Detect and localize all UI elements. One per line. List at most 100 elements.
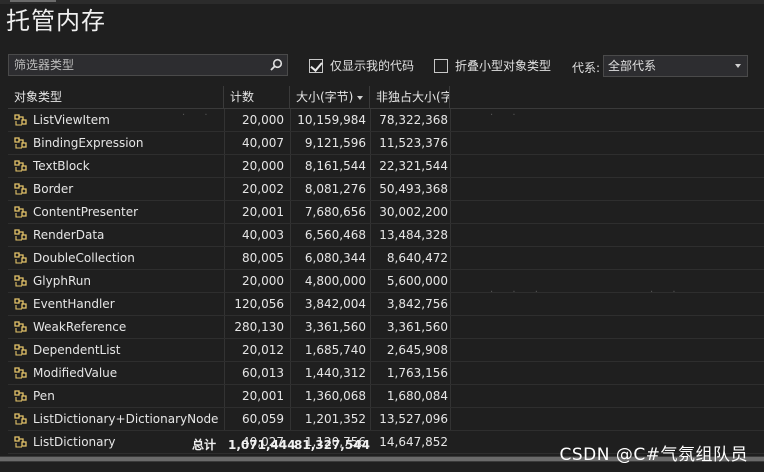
filter-type-input[interactable] <box>9 55 269 75</box>
size-cell: 8,161,544 <box>304 159 366 173</box>
inclusive-size-cell: 30,002,200 <box>379 205 448 219</box>
count-cell: 20,012 <box>242 343 284 357</box>
count-cell: 120,056 <box>234 297 284 311</box>
class-type-icon <box>12 135 30 151</box>
just-my-code-checkbox[interactable] <box>309 58 323 73</box>
total-row: 总计 1,071,444 81,327,544 <box>8 436 448 454</box>
table-row[interactable]: ListDictionary+DictionaryNode 60,059 1,201… <box>8 408 764 431</box>
object-type-cell: DependentList <box>12 339 226 361</box>
generation-label: 代系: <box>572 61 601 75</box>
column-header-inclusive-size[interactable]: 非独占大小(字 <box>370 86 450 108</box>
collapse-small-checkbox[interactable] <box>434 58 448 73</box>
table-row[interactable]: ListViewItem 20,000 10,159,984 78,322,368 <box>8 109 764 132</box>
inclusive-size-cell: 13,484,328 <box>379 228 448 242</box>
object-type-name: ListDictionary+DictionaryNode <box>33 412 219 426</box>
generation-value: 全部代系 <box>608 59 657 73</box>
just-my-code-label: 仅显示我的代码 <box>330 59 415 73</box>
column-header-count[interactable]: 计数 <box>224 86 290 108</box>
inclusive-size-cell: 3,842,756 <box>386 297 448 311</box>
table-row[interactable]: RenderData 40,003 6,560,468 13,484,328 <box>8 224 764 247</box>
generation-select[interactable]: 全部代系 <box>603 55 748 77</box>
column-header-size[interactable]: 大小(字节) <box>290 86 370 108</box>
object-type-cell: Border <box>12 178 226 200</box>
table-row[interactable]: ContentPresenter 20,001 7,680,656 30,002,20… <box>8 201 764 224</box>
faint-artifact: · · · <box>490 287 546 298</box>
count-cell: 20,002 <box>242 182 284 196</box>
inclusive-size-cell: 1,763,156 <box>386 366 448 380</box>
table-row[interactable]: DoubleCollection 80,005 6,080,344 8,640,472 <box>8 247 764 270</box>
just-my-code-option[interactable]: 仅显示我的代码 <box>309 57 414 74</box>
class-type-icon <box>12 365 30 381</box>
checkmark-icon <box>310 58 323 72</box>
inclusive-size-cell: 5,600,000 <box>386 274 448 288</box>
class-type-icon <box>12 158 30 174</box>
inclusive-size-cell: 50,493,368 <box>379 182 448 196</box>
object-type-cell: ListDictionary+DictionaryNode <box>12 408 226 430</box>
object-type-name: BindingExpression <box>33 136 144 150</box>
search-icon[interactable] <box>269 58 283 72</box>
table-row[interactable]: BindingExpression 40,007 9,121,596 11,523,3… <box>8 132 764 155</box>
faint-artifact: · · <box>490 110 524 121</box>
total-label: 总计 <box>192 438 217 452</box>
object-type-name: EventHandler <box>33 297 115 311</box>
column-header-type-label: 对象类型 <box>14 90 63 104</box>
table-row[interactable]: WeakReference 280,130 3,361,560 3,361,560 <box>8 316 764 339</box>
column-header-type[interactable]: 对象类型 <box>8 86 224 108</box>
count-cell: 60,013 <box>242 366 284 380</box>
class-type-icon <box>12 112 30 128</box>
object-type-cell: ModifiedValue <box>12 362 226 384</box>
sort-descending-icon <box>357 95 364 100</box>
count-cell: 20,001 <box>242 389 284 403</box>
inclusive-size-cell: 1,680,084 <box>386 389 448 403</box>
class-type-icon <box>12 388 30 404</box>
object-type-name: ContentPresenter <box>33 205 139 219</box>
object-type-cell: GlyphRun <box>12 270 226 292</box>
inclusive-size-cell: 13,527,096 <box>379 412 448 426</box>
size-cell: 7,680,656 <box>304 205 366 219</box>
table-header: 对象类型 计数 大小(字节) 非独占大小(字 <box>8 86 764 109</box>
chevron-down-icon <box>735 64 741 68</box>
count-cell: 40,007 <box>242 136 284 150</box>
size-cell: 1,360,068 <box>304 389 366 403</box>
faint-artifact: · · <box>182 110 216 121</box>
object-type-cell: ContentPresenter <box>12 201 226 223</box>
top-strip <box>0 0 764 4</box>
object-type-name: Border <box>33 182 74 196</box>
size-cell: 8,081,276 <box>304 182 366 196</box>
object-type-table: ListViewItem 20,000 10,159,984 78,322,368 Bi… <box>8 109 764 454</box>
count-cell: 280,130 <box>234 320 284 334</box>
size-cell: 3,361,560 <box>304 320 366 334</box>
object-type-cell: RenderData <box>12 224 226 246</box>
table-row[interactable]: ModifiedValue 60,013 1,440,312 1,763,156 <box>8 362 764 385</box>
class-type-icon <box>12 296 30 312</box>
size-cell: 9,121,596 <box>304 136 366 150</box>
table-row[interactable]: Border 20,002 8,081,276 50,493,368 <box>8 178 764 201</box>
collapse-small-label: 折叠小型对象类型 <box>455 59 552 73</box>
object-type-name: WeakReference <box>33 320 127 334</box>
count-cell: 20,001 <box>242 205 284 219</box>
tab-accent <box>10 0 56 2</box>
count-cell: 20,000 <box>242 159 284 173</box>
object-type-name: GlyphRun <box>33 274 91 288</box>
inclusive-size-cell: 2,645,908 <box>386 343 448 357</box>
inclusive-size-cell: 22,321,544 <box>379 159 448 173</box>
inclusive-size-cell: 8,640,472 <box>386 251 448 265</box>
class-type-icon <box>12 342 30 358</box>
count-cell: 20,000 <box>242 113 284 127</box>
table-row[interactable]: Pen 20,001 1,360,068 1,680,084 <box>8 385 764 408</box>
size-cell: 6,560,468 <box>304 228 366 242</box>
class-type-icon <box>12 273 30 289</box>
object-type-cell: WeakReference <box>12 316 226 338</box>
filter-type-box[interactable] <box>8 54 288 76</box>
object-type-name: ListViewItem <box>33 113 110 127</box>
total-count: 1,071,444 <box>228 438 296 452</box>
table-row[interactable]: DependentList 20,012 1,685,740 2,645,908 <box>8 339 764 362</box>
count-cell: 80,005 <box>242 251 284 265</box>
column-header-count-label: 计数 <box>230 90 255 104</box>
object-type-cell: BindingExpression <box>12 132 226 154</box>
table-row[interactable]: TextBlock 20,000 8,161,544 22,321,544 <box>8 155 764 178</box>
collapse-small-option[interactable]: 折叠小型对象类型 <box>434 57 551 74</box>
object-type-cell: DoubleCollection <box>12 247 226 269</box>
size-cell: 10,159,984 <box>297 113 366 127</box>
watermark: CSDN @C#气氛组队员 <box>559 445 748 465</box>
